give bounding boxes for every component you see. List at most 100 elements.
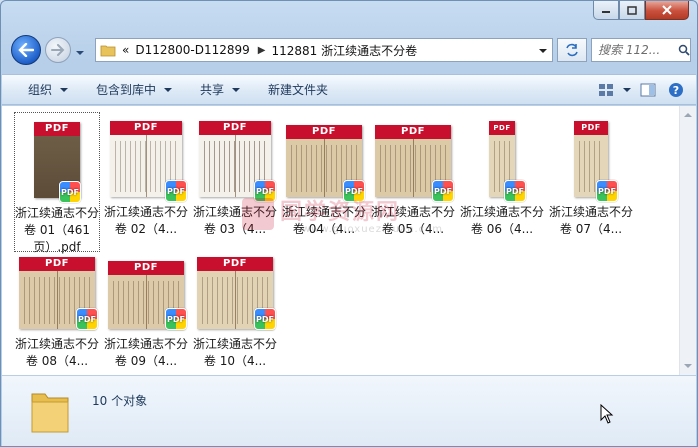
file-list-pane[interactable]: PDF PDF 浙江续通志不分卷 01（461页）.pdf PDF PDF 浙江… — [2, 106, 696, 375]
breadcrumb-separator-icon[interactable]: ▶ — [258, 45, 266, 56]
pdf-app-icon: PDF — [254, 180, 276, 202]
pdf-app-icon: PDF — [59, 181, 81, 203]
breadcrumb-segment-1[interactable]: D112800-D112899 — [135, 43, 249, 57]
scroll-down-icon — [684, 364, 692, 368]
explorer-window: « D112800-D112899 ▶ 112881 浙江续通志不分卷 组织 包… — [0, 0, 698, 447]
file-item[interactable]: PDF PDF 浙江续通志不分卷 01（461页）.pdf — [14, 112, 100, 254]
pdf-band: PDF — [197, 257, 273, 271]
maximize-button[interactable] — [619, 1, 645, 20]
organize-menu[interactable]: 组织 — [2, 75, 82, 104]
share-label: 共享 — [200, 83, 225, 97]
view-grid-icon — [599, 83, 613, 96]
back-arrow-icon — [18, 43, 34, 57]
pdf-app-icon: PDF — [504, 180, 526, 202]
include-in-library-menu[interactable]: 包含到库中 — [82, 75, 186, 104]
file-item[interactable]: PDF PDF 浙江续通志不分卷 09（4... — [103, 252, 189, 392]
file-grid: PDF PDF 浙江续通志不分卷 01（461页）.pdf PDF PDF 浙江… — [2, 106, 679, 375]
minimize-button[interactable] — [593, 1, 619, 20]
chevron-down-icon — [60, 87, 69, 92]
file-item[interactable]: PDF PDF 浙江续通志不分卷 02（4... — [103, 112, 189, 252]
forward-button[interactable] — [45, 37, 71, 63]
pdf-band: PDF — [489, 121, 515, 135]
recent-pages-button[interactable] — [75, 46, 85, 55]
refresh-icon — [566, 43, 578, 57]
pdf-app-icon: PDF — [165, 180, 187, 202]
svg-text:?: ? — [673, 84, 679, 97]
include-in-library-label: 包含到库中 — [96, 83, 157, 97]
search-icon[interactable] — [678, 44, 690, 56]
forward-arrow-icon — [51, 44, 65, 56]
maximize-icon — [627, 5, 637, 15]
close-button[interactable] — [645, 1, 689, 20]
scroll-down-button[interactable] — [680, 358, 696, 375]
breadcrumb-segment-2[interactable]: 112881 浙江续通志不分卷 — [271, 42, 417, 59]
file-item[interactable]: PDF PDF 浙江续通志不分卷 05（4... — [370, 112, 456, 252]
pdf-app-icon: PDF — [343, 180, 365, 202]
navigation-bar: « D112800-D112899 ▶ 112881 浙江续通志不分卷 — [9, 34, 691, 68]
search-input[interactable] — [598, 43, 676, 57]
file-name: 浙江续通志不分卷 01（461页）.pdf — [15, 206, 100, 254]
refresh-button[interactable] — [557, 38, 587, 62]
pdf-app-icon: PDF — [165, 308, 187, 330]
help-icon: ? — [669, 82, 683, 97]
pdf-app-icon: PDF — [432, 180, 454, 202]
pdf-app-icon: PDF — [254, 308, 276, 330]
view-options-dropdown[interactable] — [620, 79, 634, 101]
address-overflow[interactable]: « — [122, 43, 129, 57]
address-bar[interactable]: « D112800-D112899 ▶ 112881 浙江续通志不分卷 — [95, 38, 553, 62]
pdf-band: PDF — [34, 122, 80, 136]
back-button[interactable] — [11, 35, 41, 65]
file-name: 浙江续通志不分卷 07（4... — [548, 205, 633, 236]
folder-icon — [31, 393, 69, 433]
pdf-band: PDF — [375, 125, 451, 139]
minimize-icon — [602, 11, 610, 13]
file-item[interactable]: PDF PDF 浙江续通志不分卷 08（4... — [14, 252, 100, 392]
file-name: 浙江续通志不分卷 09（4... — [103, 337, 188, 368]
file-item[interactable]: PDF PDF 浙江续通志不分卷 10（4... — [192, 252, 278, 392]
folder-icon — [100, 45, 116, 57]
scroll-up-icon — [684, 113, 692, 117]
file-name: 浙江续通志不分卷 04（4... — [281, 205, 366, 236]
file-name: 浙江续通志不分卷 02（4... — [103, 205, 188, 236]
new-folder-label: 新建文件夹 — [268, 83, 329, 97]
address-dropdown-icon[interactable] — [538, 47, 548, 55]
command-toolbar: 组织 包含到库中 共享 新建文件夹 ? — [2, 74, 696, 105]
chevron-down-icon — [232, 87, 241, 92]
scroll-up-button[interactable] — [680, 106, 696, 123]
file-name: 浙江续通志不分卷 08（4... — [14, 337, 99, 368]
view-controls: ? — [592, 75, 690, 104]
vertical-scrollbar[interactable] — [679, 106, 696, 375]
new-folder-button[interactable]: 新建文件夹 — [254, 75, 342, 104]
file-name: 浙江续通志不分卷 05（4... — [370, 205, 455, 236]
item-count: 10 个对象 — [92, 394, 148, 408]
file-item[interactable]: PDF PDF 浙江续通志不分卷 06（4... — [459, 112, 545, 252]
organize-label: 组织 — [28, 83, 53, 97]
pdf-band: PDF — [19, 257, 95, 271]
pdf-band: PDF — [108, 261, 184, 275]
help-button[interactable]: ? — [662, 79, 690, 101]
pdf-band: PDF — [574, 121, 608, 135]
file-item[interactable]: PDF PDF 浙江续通志不分卷 03（4... — [192, 112, 278, 252]
search-field[interactable] — [591, 38, 691, 62]
file-name: 浙江续通志不分卷 03（4... — [192, 205, 277, 236]
pdf-band: PDF — [286, 125, 362, 139]
preview-pane-button[interactable] — [634, 79, 662, 101]
share-menu[interactable]: 共享 — [186, 75, 254, 104]
chevron-down-icon — [76, 51, 84, 55]
chevron-down-icon — [164, 87, 173, 92]
chevron-down-icon — [623, 87, 631, 92]
pdf-app-icon: PDF — [596, 180, 618, 202]
file-item[interactable]: PDF PDF 浙江续通志不分卷 04（4... — [281, 112, 367, 252]
change-view-button[interactable] — [592, 79, 620, 101]
file-name: 浙江续通志不分卷 10（4... — [192, 337, 277, 368]
file-name: 浙江续通志不分卷 06（4... — [459, 205, 544, 236]
pdf-band: PDF — [110, 121, 182, 135]
details-pane: 10 个对象 — [2, 375, 696, 446]
file-item[interactable]: PDF PDF 浙江续通志不分卷 07（4... — [548, 112, 634, 252]
pdf-band: PDF — [199, 121, 271, 135]
caption-buttons — [593, 1, 689, 20]
mouse-cursor-icon — [600, 404, 614, 424]
preview-pane-icon — [640, 83, 656, 96]
close-icon — [662, 5, 672, 15]
pdf-app-icon: PDF — [76, 308, 98, 330]
